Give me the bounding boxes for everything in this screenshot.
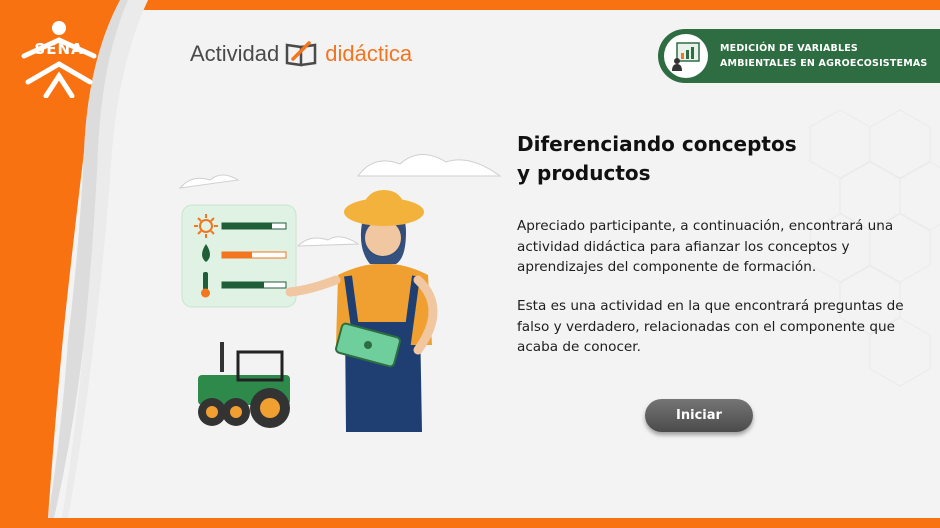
sena-logo (21, 21, 97, 98)
heading-line1: Diferenciando conceptos (517, 132, 797, 156)
start-button[interactable]: Iniciar (645, 399, 753, 432)
course-badge: MEDICIÓN DE VARIABLES AMBIENTALES EN AGR… (658, 29, 940, 83)
activity-title-part2: didáctica (325, 41, 413, 66)
intro-paragraph: Apreciado participante, a continuación, … (517, 218, 894, 275)
description-paragraph: Esta es una actividad en la que encontra… (517, 298, 904, 355)
course-icon-wrap (664, 34, 708, 78)
chart-presentation-icon (672, 42, 700, 71)
activity-title: Actividad didáctica (190, 38, 412, 70)
farmer-woman-icon (285, 190, 438, 432)
book-pencil-icon (286, 41, 317, 67)
farmer-illustration (178, 154, 502, 432)
tractor-icon (198, 342, 290, 428)
course-title: MEDICIÓN DE VARIABLES AMBIENTALES EN AGR… (720, 41, 927, 71)
activity-title-part1: Actividad (190, 41, 280, 66)
course-title-line1: MEDICIÓN DE VARIABLES (720, 43, 858, 54)
course-title-line2: AMBIENTALES EN AGROECOSISTEMAS (720, 58, 928, 69)
sun-level-bar (222, 223, 272, 229)
temperature-level-bar (222, 282, 264, 288)
sena-logo-text: SENA (34, 40, 84, 58)
water-level-bar (222, 252, 252, 258)
heading-line2: y productos (517, 161, 651, 185)
activity-heading: Diferenciando conceptos y productos (517, 130, 897, 188)
